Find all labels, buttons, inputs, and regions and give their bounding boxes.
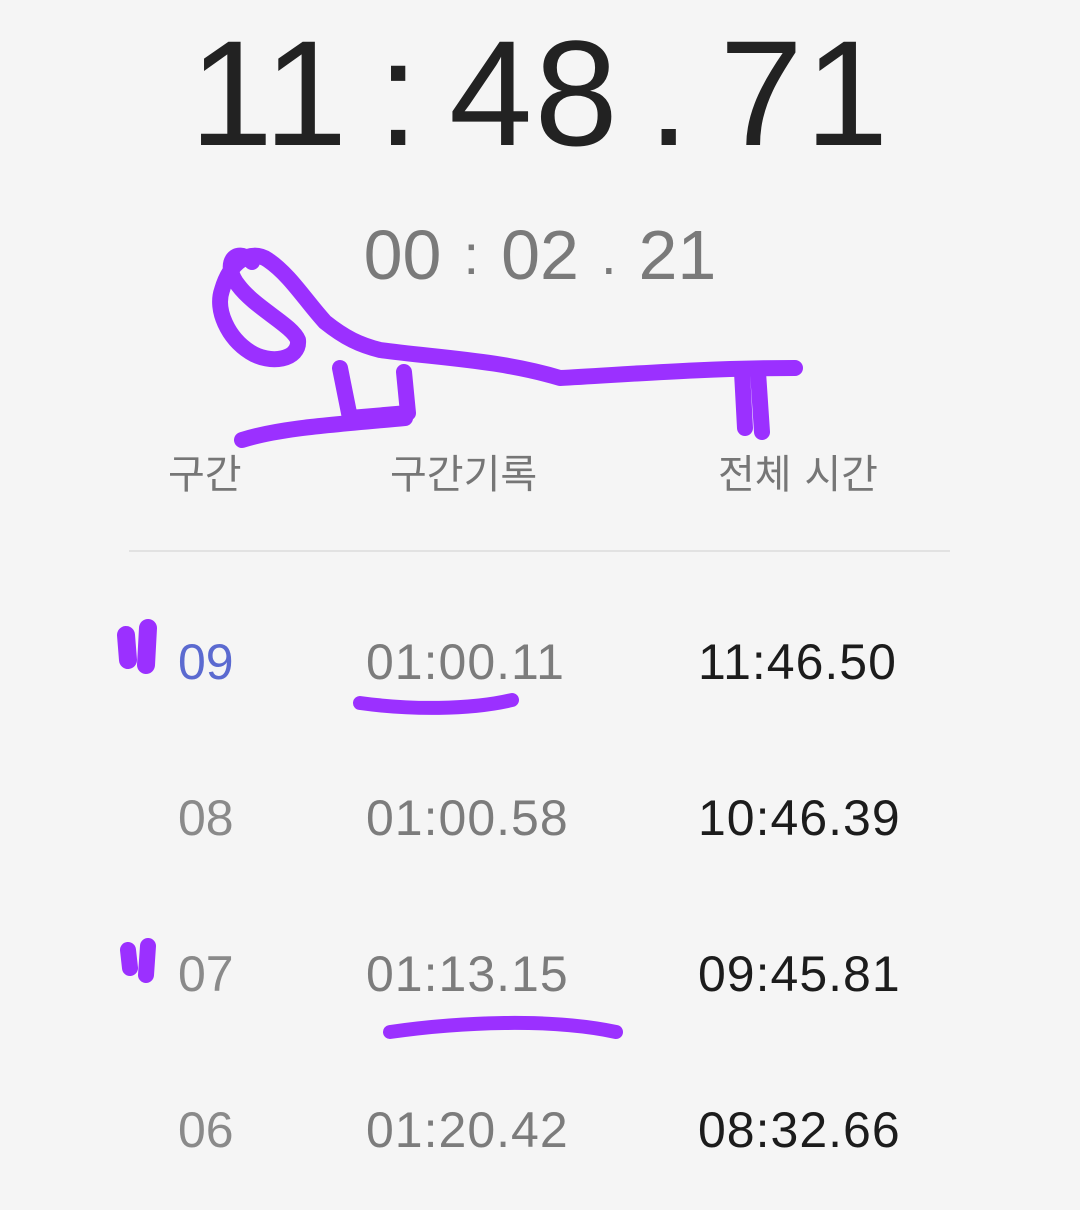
lap-total-time: 08:32.66 [698, 1102, 901, 1158]
lap-number: 06 [178, 1102, 234, 1158]
main-dot: . [647, 9, 692, 177]
annotation-overlay [117, 247, 803, 1039]
annotation-underline-stroke [234, 410, 413, 448]
lap-centiseconds: 21 [638, 216, 717, 294]
lap-split-time: 01:20.42 [366, 1102, 569, 1158]
main-seconds: 48 [449, 9, 620, 177]
lap-colon: : [463, 223, 480, 286]
lap-number: 08 [178, 790, 234, 846]
lap-dot: . [600, 223, 617, 286]
header-lap-time: 구간기록 [390, 452, 538, 498]
lap-split-time: 01:00.11 [366, 634, 565, 690]
header-lap: 구간 [168, 452, 242, 498]
lap-split-time: 01:00.58 [366, 790, 569, 846]
main-centiseconds: 71 [719, 9, 891, 177]
lap-total-time: 11:46.50 [698, 634, 897, 690]
lap-seconds: 02 [501, 216, 579, 294]
lap-split-time: 01:13.15 [366, 946, 569, 1002]
header-divider [129, 550, 950, 552]
main-elapsed-time: 11 : 48 . 71 [0, 18, 1080, 168]
annotation-leg-scribble [332, 360, 416, 426]
lap-total-time: 10:46.39 [698, 790, 901, 846]
annotation-underline-lap-07 [383, 1015, 623, 1039]
table-row: 06 01:20.42 08:32.66 [0, 1095, 1080, 1165]
main-colon: : [377, 9, 421, 177]
table-row: 08 01:00.58 10:46.39 [0, 783, 1080, 853]
lap-minutes: 00 [363, 216, 442, 294]
current-lap-time: 00 : 02 . 21 [0, 215, 1080, 295]
lap-table-header: 구간 구간기록 전체 시간 [0, 445, 1080, 505]
lap-total-time: 09:45.81 [698, 946, 901, 1002]
table-row: 09 01:00.11 11:46.50 [0, 627, 1080, 697]
header-total-time: 전체 시간 [718, 452, 878, 498]
annotation-right-stroke [734, 364, 770, 440]
table-row: 07 01:13.15 09:45.81 [0, 939, 1080, 1009]
lap-number: 09 [178, 634, 234, 690]
annotation-underline-lap-09 [353, 693, 519, 715]
main-minutes: 11 [189, 9, 350, 177]
lap-number: 07 [178, 946, 234, 1002]
